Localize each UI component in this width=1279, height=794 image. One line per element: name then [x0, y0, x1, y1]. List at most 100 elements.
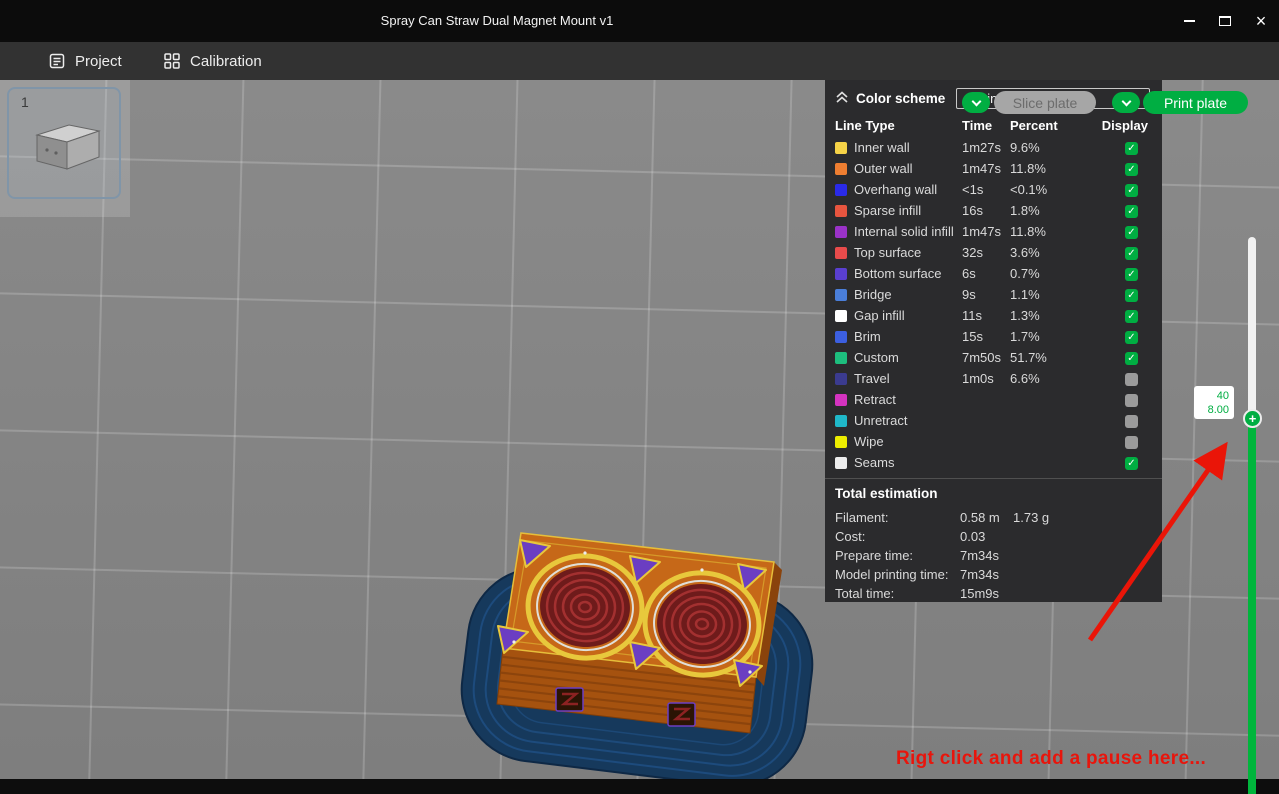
plate-model-preview [29, 117, 105, 182]
display-checkbox[interactable]: ✓ [1125, 247, 1138, 261]
layer-slider-track-lower[interactable] [1248, 419, 1256, 794]
estimation-value: 7m34s [960, 548, 1000, 563]
total-estimation-title: Total estimation [835, 486, 938, 501]
line-type-percent: 1.8% [1010, 203, 1040, 218]
line-type-percent: 11.8% [1010, 224, 1046, 239]
line-type-label: Brim [854, 329, 881, 344]
estimation-value: 15m9s [960, 586, 1000, 601]
line-type-label: Inner wall [854, 140, 910, 155]
display-checkbox[interactable]: ✓ [1125, 184, 1138, 198]
line-type-swatch [835, 225, 847, 238]
line-type-row: Custom 7m50s 51.7% ✓ [825, 347, 1162, 368]
tab-project-label: Project [75, 52, 122, 70]
line-type-percent: 3.6% [1010, 245, 1040, 260]
color-scheme-panel: Color scheme Line Type Line Type Time Pe… [825, 80, 1162, 602]
line-type-swatch [835, 393, 847, 406]
display-checkbox[interactable]: ✓ [1125, 310, 1138, 324]
estimation-rows: Filament: 0.58 m 1.73 g Cost: 0.03 Prepa… [835, 508, 1150, 603]
layer-height-value: 8.00 [1207, 403, 1229, 416]
line-type-row: Overhang wall <1s <0.1% ✓ [825, 179, 1162, 200]
estimation-label: Prepare time: [835, 548, 914, 563]
tab-calibration[interactable]: Calibration [163, 42, 262, 80]
slice-plate-dropdown-button[interactable] [962, 92, 990, 113]
plate-thumbnail[interactable]: 1 [7, 87, 121, 199]
column-percent: Percent [1010, 118, 1058, 133]
line-type-row: Gap infill 11s 1.3% ✓ [825, 305, 1162, 326]
line-type-table-header: Line Type Time Percent Display [825, 114, 1162, 137]
estimation-value: 0.03 [960, 529, 986, 544]
line-type-percent: 9.6% [1010, 140, 1040, 155]
maximize-icon [1219, 16, 1231, 26]
display-checkbox[interactable]: ✓ [1125, 163, 1138, 177]
column-time: Time [962, 118, 993, 133]
layer-slider-badge: 40 8.00 [1194, 386, 1234, 419]
layer-number: 40 [1216, 389, 1229, 402]
line-type-swatch [835, 162, 847, 175]
line-type-time: 7m50s [962, 350, 1002, 365]
line-type-swatch [835, 456, 847, 469]
display-checkbox[interactable]: ✓ [1125, 352, 1138, 366]
line-type-label: Overhang wall [854, 182, 938, 197]
line-type-label: Top surface [854, 245, 922, 260]
line-type-label: Wipe [854, 434, 884, 449]
display-checkbox[interactable]: ✓ [1125, 226, 1138, 240]
3d-viewport[interactable]: 1 Color scheme Line Line Type Time Perce… [0, 80, 1279, 779]
estimation-value: 0.58 m [960, 510, 1000, 525]
plate-list: 1 [0, 80, 130, 217]
display-checkbox[interactable]: ✓ [1125, 457, 1138, 471]
estimation-row: Model printing time: 7m34s [835, 565, 1150, 584]
maximize-button[interactable] [1207, 0, 1243, 42]
plate-number: 1 [21, 94, 29, 110]
total-estimation-section: Total estimation Filament: 0.58 m 1.73 g… [825, 478, 1162, 603]
estimation-label: Model printing time: [835, 567, 949, 582]
line-type-row: Retract [825, 389, 1162, 410]
column-line-type: Line Type [835, 118, 895, 133]
line-type-row: Sparse infill 16s 1.8% ✓ [825, 200, 1162, 221]
line-type-row: Outer wall 1m47s 11.8% ✓ [825, 158, 1162, 179]
bottom-bar [0, 779, 1279, 794]
line-type-time: 11s [962, 308, 982, 323]
line-type-time: 1m47s [962, 224, 1002, 239]
line-type-swatch [835, 414, 847, 427]
estimation-row: Prepare time: 7m34s [835, 546, 1150, 565]
line-type-row: Travel 1m0s 6.6% [825, 368, 1162, 389]
display-checkbox[interactable]: ✓ [1125, 289, 1138, 303]
collapse-icon[interactable] [835, 90, 849, 107]
display-checkbox[interactable] [1125, 436, 1138, 450]
line-type-swatch [835, 204, 847, 217]
estimation-row: Cost: 0.03 [835, 527, 1150, 546]
print-plate-dropdown-button[interactable] [1112, 92, 1140, 113]
print-plate-button[interactable]: Print plate [1143, 91, 1248, 114]
window-controls: × [1171, 0, 1279, 42]
line-type-label: Retract [854, 392, 896, 407]
line-type-label: Unretract [854, 413, 908, 428]
line-type-label: Outer wall [854, 161, 913, 176]
line-type-label: Sparse infill [854, 203, 922, 218]
display-checkbox[interactable] [1125, 373, 1138, 387]
slicer-app-window: Spray Can Straw Dual Magnet Mount v1 × P… [0, 0, 1279, 794]
line-type-time: 9s [962, 287, 976, 302]
line-type-percent: 11.8% [1010, 161, 1046, 176]
line-type-row: Top surface 32s 3.6% ✓ [825, 242, 1162, 263]
sliced-model [450, 520, 830, 779]
display-checkbox[interactable]: ✓ [1125, 331, 1138, 345]
minimize-button[interactable] [1171, 0, 1207, 42]
line-type-row: Seams ✓ [825, 452, 1162, 473]
line-type-rows: Inner wall 1m27s 9.6% ✓ Outer wall 1m47s… [825, 137, 1162, 473]
tab-project[interactable]: Project [48, 42, 122, 80]
line-type-percent: 6.6% [1010, 371, 1040, 386]
display-checkbox[interactable] [1125, 415, 1138, 429]
close-button[interactable]: × [1243, 0, 1279, 42]
display-checkbox[interactable]: ✓ [1125, 142, 1138, 156]
slice-plate-button[interactable]: Slice plate [994, 91, 1096, 114]
display-checkbox[interactable]: ✓ [1125, 205, 1138, 219]
line-type-label: Seams [854, 455, 895, 470]
layer-slider-track-upper[interactable] [1248, 237, 1256, 423]
window-title: Spray Can Straw Dual Magnet Mount v1 [380, 13, 614, 28]
line-type-label: Gap infill [854, 308, 905, 323]
display-checkbox[interactable]: ✓ [1125, 268, 1138, 282]
layer-slider-handle[interactable]: + [1243, 409, 1262, 428]
line-type-row: Inner wall 1m27s 9.6% ✓ [825, 137, 1162, 158]
line-type-time: 1m47s [962, 161, 1002, 176]
display-checkbox[interactable] [1125, 394, 1138, 408]
